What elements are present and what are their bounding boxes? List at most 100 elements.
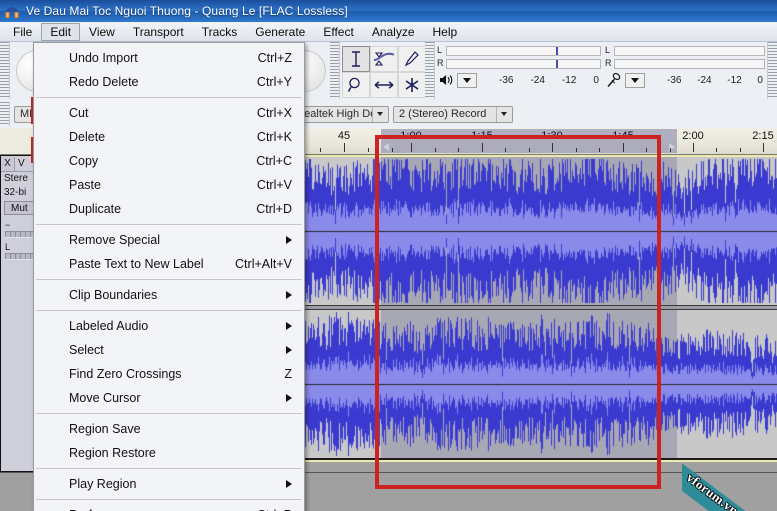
submenu-arrow-icon <box>286 394 292 402</box>
playback-scale-24: -24 <box>530 74 545 86</box>
menu-generate[interactable]: Generate <box>246 23 314 41</box>
submenu-arrow-icon <box>286 480 292 488</box>
recording-scale-12: -12 <box>727 74 742 86</box>
tools-toolbar <box>330 42 426 99</box>
track-name-label[interactable]: V <box>15 158 25 169</box>
recording-scale-24: -24 <box>697 74 712 86</box>
speaker-icon <box>437 72 455 88</box>
menu-item-shortcut: Ctrl+V <box>256 178 292 192</box>
menu-separator <box>36 468 302 469</box>
menu-item-label: Find Zero Crossings <box>69 367 182 381</box>
menu-item-label: Labeled Audio <box>69 319 149 333</box>
menu-item-region-restore[interactable]: Region Restore <box>34 441 304 465</box>
playback-meter-bar-right[interactable] <box>446 58 601 69</box>
menu-item-shortcut: Ctrl+Z <box>257 51 292 65</box>
menu-item-label: Region Restore <box>69 446 156 460</box>
menu-item-label: Play Region <box>69 477 137 491</box>
menu-analyze[interactable]: Analyze <box>363 23 424 41</box>
menu-item-label: Paste Text to New Label <box>69 257 204 271</box>
device-toolbar-grip[interactable] <box>0 102 10 126</box>
recording-meter-bar-right[interactable] <box>614 58 765 69</box>
playback-meter-menu-button[interactable] <box>457 72 477 88</box>
submenu-arrow-icon <box>286 322 292 330</box>
multi-tool-button[interactable] <box>398 71 426 98</box>
menu-item-labeled-audio[interactable]: Labeled Audio <box>34 314 304 338</box>
recording-channels-chevron-down-icon[interactable] <box>496 106 510 122</box>
watermark: vforum.vn <box>682 440 777 511</box>
menu-separator <box>36 310 302 311</box>
tools-toolbar-grip[interactable] <box>330 42 340 99</box>
playback-meter-peak-left <box>555 46 558 55</box>
menu-item-label: Redo Delete <box>69 75 139 89</box>
menu-item-duplicate[interactable]: Duplicate Ctrl+D <box>34 197 304 221</box>
menu-view[interactable]: View <box>80 23 124 41</box>
submenu-arrow-icon <box>286 346 292 354</box>
menu-separator <box>36 224 302 225</box>
playback-meter-row-left[interactable]: L <box>437 45 601 56</box>
annotation-selected-region <box>375 135 661 489</box>
menu-item-undo-import[interactable]: Undo Import Ctrl+Z <box>34 46 304 70</box>
recording-channels-select[interactable]: 2 (Stereo) Record <box>393 105 513 123</box>
menu-item-play-region[interactable]: Play Region <box>34 472 304 496</box>
ruler-label-215: 2:15 <box>752 130 774 142</box>
watermark-text: vforum.vn <box>683 469 742 511</box>
playback-meter-bar-left[interactable] <box>446 45 601 56</box>
menu-item-find-zero-crossings[interactable]: Find Zero Crossings Z <box>34 362 304 386</box>
menu-item-shortcut: Z <box>284 367 292 381</box>
menu-item-cut[interactable]: Cut Ctrl+X <box>34 101 304 125</box>
menu-item-region-save[interactable]: Region Save <box>34 417 304 441</box>
edit-menu-dropdown[interactable]: Undo Import Ctrl+Z Redo Delete Ctrl+Y Cu… <box>33 42 305 511</box>
menu-item-paste-text-to-new-label[interactable]: Paste Text to New Label Ctrl+Alt+V <box>34 252 304 276</box>
menu-effect[interactable]: Effect <box>314 23 362 41</box>
playback-scale-12: -12 <box>561 74 577 86</box>
menu-item-clip-boundaries[interactable]: Clip Boundaries <box>34 283 304 307</box>
recording-meter-bar-left[interactable] <box>614 45 765 56</box>
playback-scale-0: 0 <box>593 74 599 86</box>
recording-meter-row-left[interactable]: L <box>605 45 765 56</box>
recording-scale-36: -36 <box>667 74 682 86</box>
transport-toolbar-grip[interactable] <box>0 42 10 99</box>
zoom-tool-button[interactable] <box>342 71 370 98</box>
playback-meter-toolbar: L R -36 -24 -12 0 <box>425 42 603 99</box>
menu-item-label: Region Save <box>69 422 141 436</box>
recording-device-chevron-down-icon[interactable] <box>372 106 386 122</box>
menu-edit[interactable]: Edit <box>41 22 81 41</box>
menu-transport[interactable]: Transport <box>124 23 193 41</box>
close-track-button[interactable]: X <box>1 156 15 171</box>
menu-item-select[interactable]: Select <box>34 338 304 362</box>
ruler-label-45: 45 <box>337 130 351 142</box>
mute-button[interactable]: Mut <box>4 201 35 215</box>
menu-file[interactable]: File <box>4 23 41 41</box>
menu-item-redo-delete[interactable]: Redo Delete Ctrl+Y <box>34 70 304 94</box>
playback-scale-36: -36 <box>499 74 514 86</box>
submenu-arrow-icon <box>286 291 292 299</box>
ruler-label-200: 2:00 <box>682 130 704 142</box>
envelope-tool-button[interactable] <box>370 45 398 72</box>
menu-tracks[interactable]: Tracks <box>193 23 247 41</box>
menu-item-label: Undo Import <box>69 51 138 65</box>
playback-meter-row-right[interactable]: R <box>437 58 601 69</box>
menu-item-paste[interactable]: Paste Ctrl+V <box>34 173 304 197</box>
menu-item-label: Select <box>69 343 104 357</box>
recording-meter-menu-button[interactable] <box>625 72 645 88</box>
menu-item-remove-special[interactable]: Remove Special <box>34 228 304 252</box>
draw-tool-button[interactable] <box>398 45 426 72</box>
recording-meter-label-l: L <box>605 45 611 55</box>
playback-meter-grip[interactable] <box>425 42 435 99</box>
menu-item-delete[interactable]: Delete Ctrl+K <box>34 125 304 149</box>
window-titlebar: Ve Dau Mai Toc Nguoi Thuong - Quang Le [… <box>0 0 777 22</box>
playback-meter-peak-right <box>555 59 558 68</box>
menu-help[interactable]: Help <box>424 23 467 41</box>
recording-meter-row-right[interactable]: R <box>605 58 765 69</box>
selection-tool-button[interactable] <box>342 45 370 72</box>
timeshift-tool-button[interactable] <box>370 71 398 98</box>
recording-meter-right-grip[interactable] <box>767 42 777 99</box>
menu-item-label: Move Cursor <box>69 391 141 405</box>
recording-meter-label-r: R <box>605 58 612 68</box>
menu-item-shortcut: Ctrl+D <box>256 202 292 216</box>
menu-item-shortcut: Ctrl+Y <box>256 75 292 89</box>
menu-item-move-cursor[interactable]: Move Cursor <box>34 386 304 410</box>
menu-item-label: Cut <box>69 106 89 120</box>
menu-item-preferences[interactable]: Preferences... Ctrl+P <box>34 503 304 511</box>
menu-item-copy[interactable]: Copy Ctrl+C <box>34 149 304 173</box>
